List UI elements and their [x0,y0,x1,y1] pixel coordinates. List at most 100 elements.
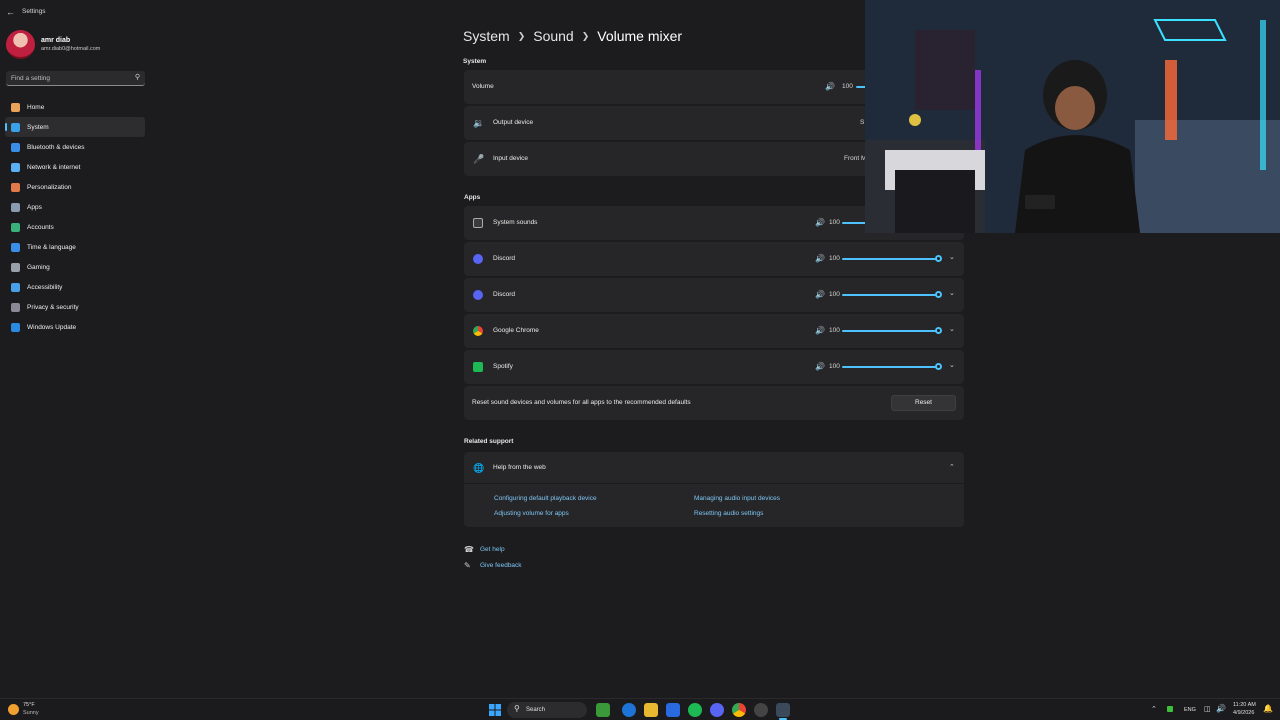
weather-temp: 75°F [23,702,35,708]
slider-thumb[interactable] [935,291,942,298]
slider-thumb[interactable] [935,255,942,262]
spotify-icon[interactable] [688,703,702,717]
sidebar-item-label: Privacy & security [27,303,79,311]
microphone-icon: 🎤 [473,154,485,164]
sidebar-item-label: Personalization [27,183,72,191]
app-volume-slider[interactable] [842,366,938,368]
discord-icon [473,290,483,300]
sidebar-item-label: Gaming [27,263,50,271]
sidebar-item-apps[interactable]: Apps [5,197,145,217]
sidebar-item-accounts[interactable]: Accounts [5,217,145,237]
output-device-value[interactable]: S [860,119,864,126]
speaker-icon[interactable]: 🔊 [815,254,825,263]
link-adjusting-volume[interactable]: Adjusting volume for apps [494,510,569,517]
help-from-web-label: Help from the web [493,464,546,471]
chrome-icon[interactable] [732,703,746,717]
app-volume-slider[interactable] [842,294,938,296]
settings-icon[interactable] [776,703,790,717]
reset-button[interactable]: Reset [891,395,956,411]
speaker-icon[interactable]: 🔊 [1216,704,1226,713]
chevron-down-icon[interactable]: ⌄ [949,289,955,297]
sidebar-item-label: Accounts [27,223,54,231]
link-configuring-playback[interactable]: Configuring default playback device [494,495,597,502]
search-input[interactable]: Find a setting ⚲ [6,71,145,86]
input-device-label: Input device [493,155,529,162]
avatar[interactable] [6,30,35,59]
network-icon [11,162,20,172]
app-volume-value: 100 [829,327,840,334]
weather-icon[interactable] [8,704,19,715]
sidebar-item-label: Apps [27,203,42,211]
sidebar-item-privacy-security[interactable]: Privacy & security [5,297,145,317]
sidebar-item-windows-update[interactable]: Windows Update [5,317,145,337]
speaker-icon[interactable]: 🔊 [825,82,835,91]
network-icon[interactable]: ◫ [1204,705,1211,713]
reset-row: Reset sound devices and volumes for all … [464,386,964,420]
slider-thumb[interactable] [935,363,942,370]
get-help-link[interactable]: Get help [480,546,505,553]
chevron-down-icon[interactable]: ⌄ [949,253,955,261]
accessibility-icon [11,282,20,292]
back-arrow-icon[interactable]: ← [6,7,15,17]
link-managing-input[interactable]: Managing audio input devices [694,495,780,502]
sidebar-item-network-internet[interactable]: Network & internet [5,157,145,177]
sidebar-item-home[interactable]: Home [5,97,145,117]
taskbar: 75°F Sunny ⚲ Search ⌃ ENG ◫ 🔊 11:20 AM 4… [0,698,1280,720]
webcam-image [865,0,1280,233]
app-volume-slider[interactable] [842,330,938,332]
sidebar-item-label: Accessibility [27,283,63,291]
speaker-icon[interactable]: 🔊 [815,362,825,371]
app-icon[interactable] [596,703,610,717]
taskbar-search[interactable]: ⚲ Search [507,702,587,718]
accounts-icon [11,222,20,232]
input-device-value[interactable]: Front M [844,155,866,162]
sidebar-item-system[interactable]: System [5,117,145,137]
app-name: Spotify [493,363,513,370]
app-name: Google Chrome [493,327,539,334]
start-icon[interactable] [488,703,502,717]
app-title: Settings [22,8,46,15]
speaker-icon[interactable]: 🔊 [815,218,825,227]
sidebar-item-bluetooth-devices[interactable]: Bluetooth & devices [5,137,145,157]
webcam-overlay [865,0,1280,233]
language-indicator[interactable]: ENG [1184,707,1196,713]
app-name: Discord [493,255,516,262]
chevron-down-icon[interactable]: ⌄ [949,325,955,333]
notification-icon[interactable]: 🔔 [1263,704,1273,713]
sidebar-item-gaming[interactable]: Gaming [5,257,145,277]
give-feedback-link[interactable]: Give feedback [480,562,522,569]
clock-time[interactable]: 11:20 AM [1233,702,1256,708]
spotify-icon [473,362,483,372]
app-row: Spotify 🔊 100 ⌄ [464,350,964,384]
slider-thumb[interactable] [935,327,942,334]
help-from-web-header[interactable]: 🌐 Help from the web ⌃ [464,452,964,484]
sidebar-item-label: Network & internet [27,163,81,171]
app-volume-value: 100 [829,219,840,226]
sidebar-item-label: System [27,123,49,131]
edge-icon[interactable] [622,703,636,717]
breadcrumb-system[interactable]: System [463,28,510,44]
chevron-up-icon[interactable]: ⌃ [949,463,955,471]
user-email: amr.diab0@hotmail.com [41,46,101,52]
shield-icon [11,302,20,312]
clock-date[interactable]: 4/9/2026 [1233,710,1254,716]
app-volume-slider[interactable] [842,258,938,260]
chevron-up-icon[interactable]: ⌃ [1151,705,1157,713]
sidebar-item-personalization[interactable]: Personalization [5,177,145,197]
discord-icon[interactable] [710,703,724,717]
tray-app-icon[interactable] [1167,706,1173,712]
file-explorer-icon[interactable] [644,703,658,717]
link-resetting-audio[interactable]: Resetting audio settings [694,510,763,517]
chevron-down-icon[interactable]: ⌄ [949,361,955,369]
sidebar-item-accessibility[interactable]: Accessibility [5,277,145,297]
speaker-icon: 🔉 [473,118,485,128]
user-name: amr diab [41,37,71,44]
breadcrumb-sound[interactable]: Sound [533,28,573,44]
speaker-icon[interactable]: 🔊 [815,290,825,299]
app-icon[interactable] [754,703,768,717]
app-row: Google Chrome 🔊 100 ⌄ [464,314,964,348]
sidebar-item-time-language[interactable]: Time & language [5,237,145,257]
copilot-icon[interactable] [666,703,680,717]
speaker-icon[interactable]: 🔊 [815,326,825,335]
volume-value: 100 [842,83,853,90]
